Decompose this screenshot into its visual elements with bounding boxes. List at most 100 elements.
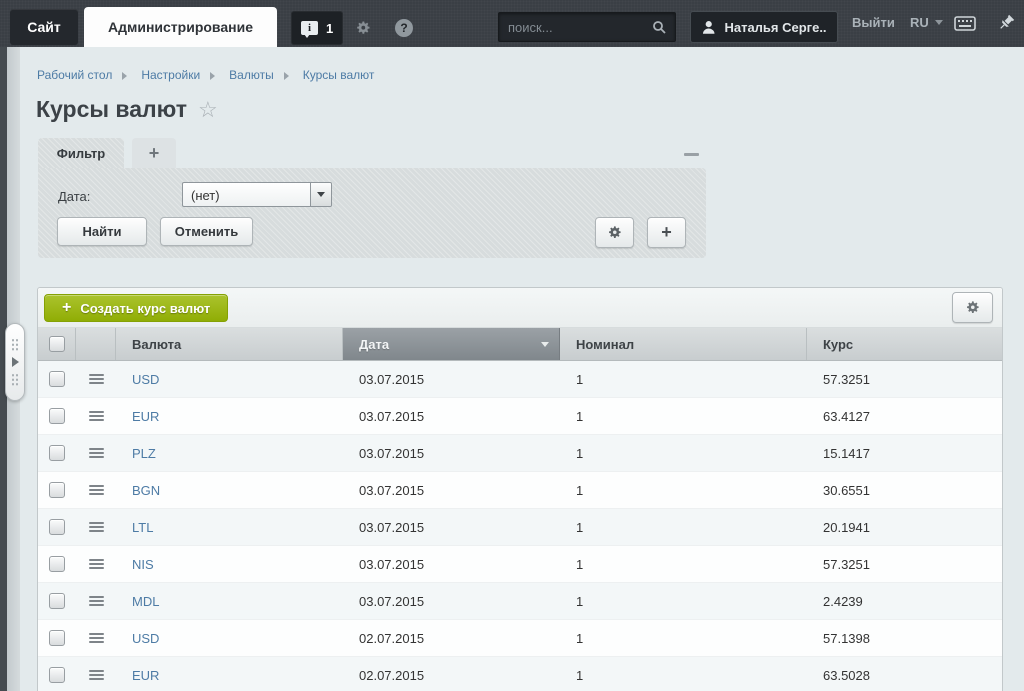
breadcrumb-currencies[interactable]: Валюты [229, 68, 274, 82]
row-checkbox[interactable] [49, 556, 65, 572]
date-filter-value: (нет) [183, 183, 310, 206]
row-checkbox[interactable] [49, 482, 65, 498]
row-check-cell [38, 519, 76, 535]
sidebar-expand-toggle[interactable] [5, 323, 25, 401]
grid-settings-button[interactable] [952, 292, 993, 323]
row-menu-icon[interactable] [89, 485, 104, 495]
notifications-button[interactable]: i 1 [291, 11, 343, 45]
rate-cell: 57.3251 [807, 372, 1002, 387]
grip-dots-icon [11, 373, 19, 386]
filter-tab[interactable]: Фильтр [38, 138, 124, 169]
nominal-cell: 1 [560, 557, 807, 572]
row-menu-icon[interactable] [89, 559, 104, 569]
row-menu-icon[interactable] [89, 448, 104, 458]
row-checkbox[interactable] [49, 593, 65, 609]
table-row: LTL 03.07.2015 1 20.1941 [38, 509, 1002, 546]
currency-link[interactable]: PLZ [132, 446, 156, 461]
breadcrumb-currency-rates[interactable]: Курсы валют [303, 68, 375, 82]
date-cell: 02.07.2015 [343, 631, 560, 646]
create-rate-button[interactable]: + Создать курс валют [44, 294, 228, 322]
currency-link[interactable]: LTL [132, 520, 153, 535]
row-menu-cell [76, 559, 116, 569]
currency-link[interactable]: EUR [132, 668, 159, 683]
currency-link[interactable]: BGN [132, 483, 160, 498]
row-menu-header-cell [76, 328, 116, 360]
help-icon[interactable]: ? [395, 19, 413, 37]
currency-link[interactable]: USD [132, 631, 159, 646]
add-filter-field-button[interactable]: + [647, 217, 686, 248]
row-menu-icon[interactable] [89, 633, 104, 643]
breadcrumb: Рабочий стол Настройки Валюты Курсы валю… [37, 68, 374, 82]
select-dropdown-button[interactable] [310, 183, 331, 206]
table-row: BGN 03.07.2015 1 30.6551 [38, 472, 1002, 509]
row-check-cell [38, 445, 76, 461]
tab-administration[interactable]: Администрирование [84, 7, 277, 47]
currency-rates-grid: + Создать курс валют Валюта Дата Номинал… [37, 287, 1003, 691]
row-menu-icon[interactable] [89, 670, 104, 680]
row-menu-icon[interactable] [89, 411, 104, 421]
table-row: USD 02.07.2015 1 57.1398 [38, 620, 1002, 657]
date-cell: 03.07.2015 [343, 483, 560, 498]
header-date-sorted[interactable]: Дата [343, 328, 560, 360]
collapse-filter-icon[interactable] [684, 153, 699, 156]
row-menu-cell [76, 411, 116, 421]
date-filter-label: Дата: [58, 189, 90, 204]
row-checkbox[interactable] [49, 408, 65, 424]
row-checkbox[interactable] [49, 371, 65, 387]
notification-count: 1 [326, 21, 333, 36]
nominal-cell: 1 [560, 668, 807, 683]
search-icon[interactable] [652, 20, 667, 35]
date-cell: 03.07.2015 [343, 446, 560, 461]
row-check-cell [38, 630, 76, 646]
cancel-button[interactable]: Отменить [160, 217, 253, 246]
language-selector[interactable]: RU [910, 15, 943, 30]
row-menu-icon[interactable] [89, 522, 104, 532]
topbar: Сайт Администрирование i 1 ? Наталья Сер… [0, 0, 1024, 47]
row-menu-icon[interactable] [89, 374, 104, 384]
logout-link[interactable]: Выйти [852, 15, 895, 30]
row-checkbox[interactable] [49, 667, 65, 683]
favorite-star-icon[interactable]: ☆ [198, 99, 218, 121]
currency-link[interactable]: USD [132, 372, 159, 387]
rate-cell: 63.5028 [807, 668, 1002, 683]
currency-cell: USD [116, 372, 343, 387]
nominal-cell: 1 [560, 520, 807, 535]
nominal-cell: 1 [560, 409, 807, 424]
row-menu-icon[interactable] [89, 596, 104, 606]
date-cell: 02.07.2015 [343, 668, 560, 683]
find-button[interactable]: Найти [57, 217, 147, 246]
filter-settings-button[interactable] [595, 217, 634, 248]
tab-site[interactable]: Сайт [10, 9, 78, 45]
date-filter-select[interactable]: (нет) [182, 182, 332, 207]
rate-cell: 30.6551 [807, 483, 1002, 498]
pin-icon[interactable] [996, 13, 1016, 38]
page-title-row: Курсы валют ☆ [36, 96, 218, 123]
nominal-cell: 1 [560, 594, 807, 609]
settings-gear-icon[interactable] [355, 20, 371, 41]
currency-cell: BGN [116, 483, 343, 498]
row-checkbox[interactable] [49, 630, 65, 646]
row-checkbox[interactable] [49, 445, 65, 461]
select-all-checkbox[interactable] [49, 336, 65, 352]
currency-link[interactable]: NIS [132, 557, 154, 572]
user-menu-button[interactable]: Наталья Серге... [690, 11, 838, 43]
date-cell: 03.07.2015 [343, 372, 560, 387]
add-filter-tab[interactable]: + [132, 138, 176, 169]
search-input[interactable] [499, 20, 652, 35]
date-cell: 03.07.2015 [343, 557, 560, 572]
currency-link[interactable]: EUR [132, 409, 159, 424]
currency-cell: PLZ [116, 446, 343, 461]
header-rate[interactable]: Курс [807, 328, 1002, 360]
breadcrumb-settings[interactable]: Настройки [141, 68, 200, 82]
breadcrumb-separator-icon [122, 72, 131, 80]
grip-dots-icon [11, 338, 19, 351]
breadcrumb-desktop[interactable]: Рабочий стол [37, 68, 112, 82]
nominal-cell: 1 [560, 631, 807, 646]
row-check-cell [38, 556, 76, 572]
currency-link[interactable]: MDL [132, 594, 159, 609]
row-checkbox[interactable] [49, 519, 65, 535]
row-menu-cell [76, 522, 116, 532]
header-currency[interactable]: Валюта [116, 328, 343, 360]
keyboard-icon[interactable] [954, 16, 976, 36]
header-nominal[interactable]: Номинал [560, 328, 807, 360]
